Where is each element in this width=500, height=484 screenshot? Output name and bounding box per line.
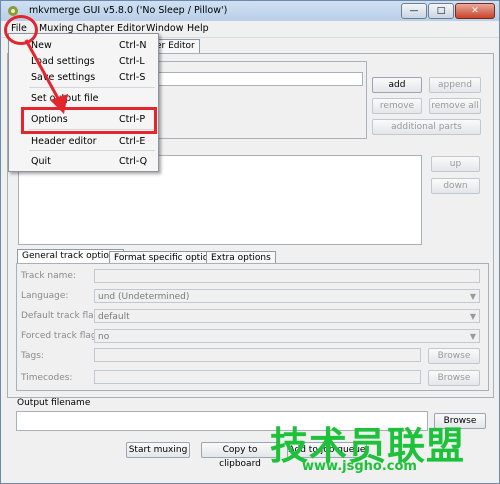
forced-flag-select[interactable]: no ▼ [94, 329, 480, 343]
menu-item-header-editor[interactable]: Header editor Ctrl-E [9, 134, 158, 148]
annotation-arrow-icon [24, 39, 68, 114]
default-flag-select[interactable]: default ▼ [94, 309, 480, 323]
copy-to-clipboard-button[interactable]: Copy to clipboard [201, 442, 279, 469]
remove-all-button[interactable]: remove all [429, 98, 481, 114]
timecodes-input[interactable] [94, 370, 421, 384]
tags-label: Tags: [21, 351, 44, 361]
tags-browse-button[interactable]: Browse [428, 348, 480, 364]
default-flag-value: default [98, 312, 130, 322]
language-select[interactable]: und (Undetermined) ▼ [94, 289, 480, 303]
additional-parts-button[interactable]: additional parts [372, 119, 481, 135]
chevron-down-icon: ▼ [469, 312, 476, 321]
tags-input[interactable] [94, 348, 421, 362]
default-flag-label: Default track flag: [21, 311, 103, 321]
forced-flag-label: Forced track flag: [21, 331, 100, 341]
down-button[interactable]: down [431, 178, 480, 194]
output-filename-label: Output filename [17, 398, 91, 408]
chevron-down-icon: ▼ [469, 292, 476, 301]
remove-button[interactable]: remove [372, 98, 422, 114]
window-title: mkvmerge GUI v5.8.0 ('No Sleep / Pillow'… [29, 5, 228, 16]
menu-separator [29, 150, 155, 151]
up-button[interactable]: up [431, 156, 480, 172]
annotation-box [21, 107, 157, 134]
append-button[interactable]: append [429, 77, 481, 93]
add-button[interactable]: add [372, 77, 422, 93]
menu-help[interactable]: Help [187, 23, 209, 34]
input-files-list[interactable] [156, 72, 363, 86]
menu-item-quit[interactable]: Quit Ctrl-Q [9, 154, 158, 168]
minimize-button[interactable]: — [401, 3, 427, 19]
language-label: Language: [21, 291, 69, 301]
track-name-label: Track name: [21, 271, 76, 281]
close-button[interactable]: ✕ [455, 3, 495, 19]
timecodes-label: Timecodes: [21, 373, 73, 383]
forced-flag-value: no [98, 332, 110, 342]
maximize-button[interactable]: □ [428, 3, 454, 19]
timecodes-browse-button[interactable]: Browse [428, 370, 480, 386]
chevron-down-icon: ▼ [469, 332, 476, 341]
track-name-input[interactable] [94, 269, 480, 283]
title-bar: mkvmerge GUI v5.8.0 ('No Sleep / Pillow'… [1, 1, 499, 21]
watermark-url: www.jsgho.com [302, 459, 417, 474]
start-muxing-button[interactable]: Start muxing [126, 442, 190, 458]
language-value: und (Undetermined) [98, 292, 190, 302]
